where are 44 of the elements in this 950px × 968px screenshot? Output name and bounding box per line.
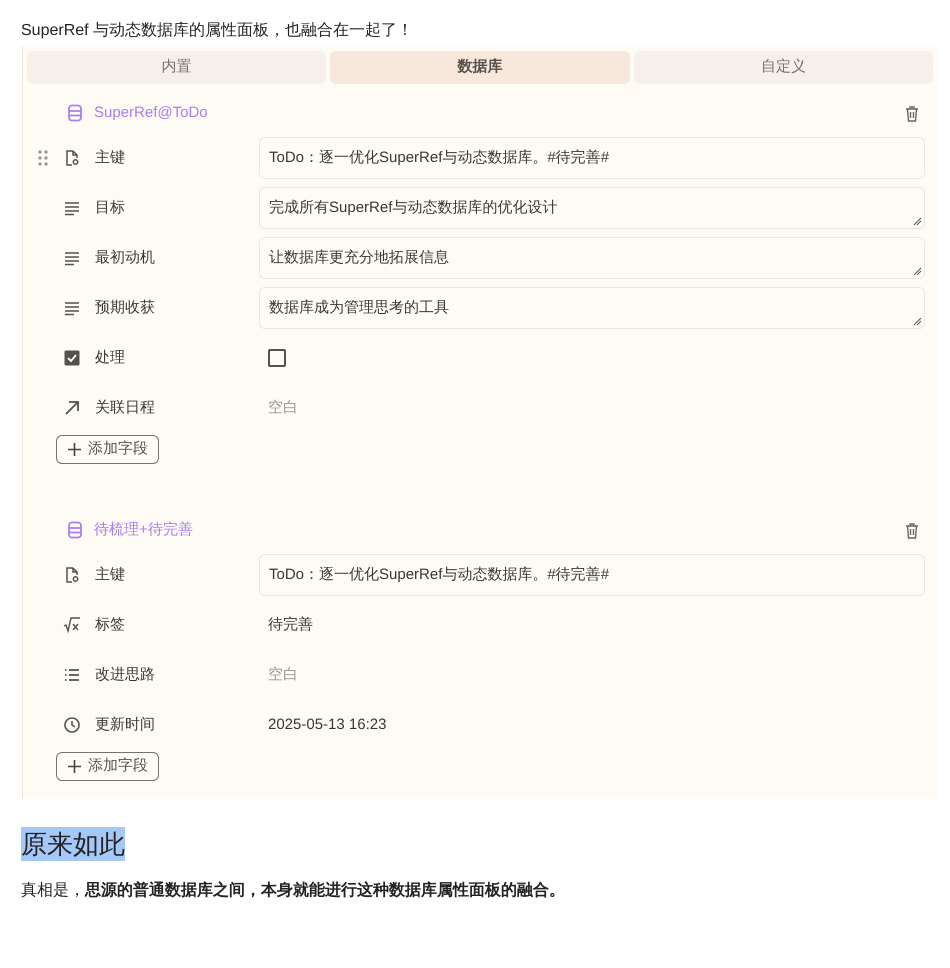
field-label: 最初动机 [95,248,156,268]
trash-icon[interactable] [905,522,919,538]
field-label: 处理 [95,348,126,368]
database-icon [67,104,83,122]
list-icon [63,666,81,684]
drag-handle-icon[interactable] [38,150,48,166]
tab[interactable]: 内置 [27,51,326,84]
text-area[interactable]: ToDo：逐一优化SuperRef与动态数据库。#待完善# [259,137,925,179]
add-field-button[interactable]: 添加字段 [56,435,159,464]
database-icon [67,521,83,539]
field-value[interactable]: 待完善 [268,616,313,633]
field-label: 标签 [95,614,126,635]
field-label: 预期收获 [95,298,156,318]
field-label: 主键 [95,148,126,168]
add-field-button[interactable]: 添加字段 [56,752,159,781]
text-lines-icon [63,199,81,217]
text-area[interactable]: 数据库成为管理思考的工具 [259,287,925,329]
field-value[interactable]: 2025-05-13 16:23 [268,716,386,733]
trash-icon[interactable] [905,104,919,122]
section-heading: 原来如此 [21,827,125,861]
field-label: 关联日程 [95,398,156,418]
tab[interactable]: 自定义 [634,51,933,84]
formula-icon [63,616,81,634]
tab[interactable]: 数据库 [330,51,630,84]
checkbox[interactable] [268,349,286,367]
field-label: 改进思路 [95,664,156,685]
conclusion-text: 真相是，思源的普通数据库之间，本身就能进行这种数据库属性面板的融合。 [20,880,566,901]
text-area[interactable]: 让数据库更充分地拓展信息 [259,237,925,279]
field-label: 主键 [95,564,126,585]
text-lines-icon [63,249,81,267]
text-area[interactable]: ToDo：逐一优化SuperRef与动态数据库。#待完善# [259,554,925,596]
intro-text: SuperRef 与动态数据库的属性面板，也融合在一起了！ [20,20,414,41]
plus-icon [67,759,82,774]
resize-handle-icon[interactable] [912,316,922,326]
field-label: 目标 [95,198,126,218]
clock-icon [63,716,81,734]
text-lines-icon [63,299,81,317]
checkbox-icon [63,349,81,367]
resize-handle-icon[interactable] [912,266,922,276]
plus-icon [67,442,82,457]
text-area[interactable]: 完成所有SuperRef与动态数据库的优化设计 [259,187,925,229]
resize-handle-icon[interactable] [912,216,922,226]
field-label: 更新时间 [95,714,156,735]
arrow-icon [63,399,81,417]
